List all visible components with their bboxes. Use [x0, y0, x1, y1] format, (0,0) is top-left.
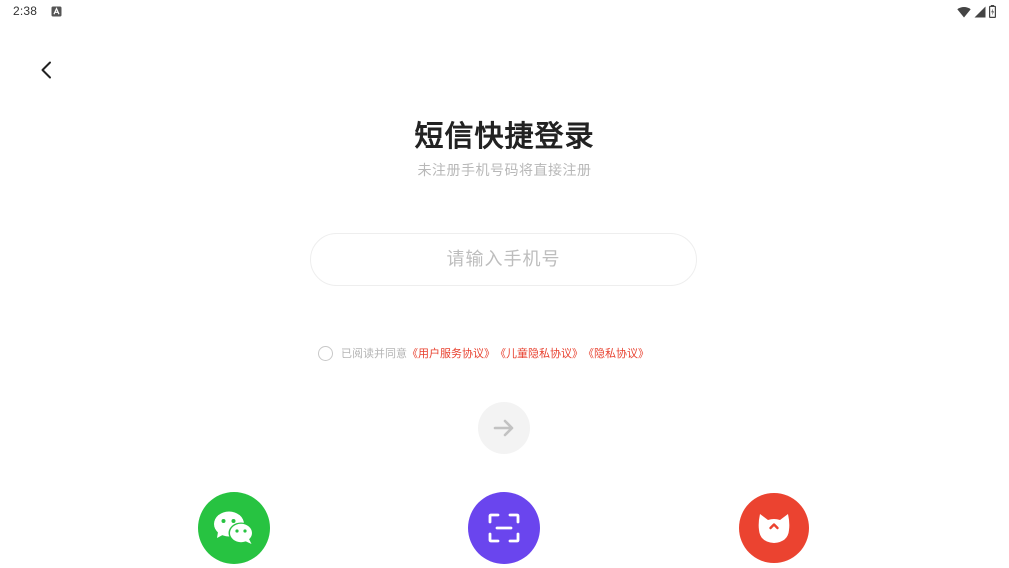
phone-input-container [310, 233, 697, 286]
signal-icon [974, 6, 986, 17]
agreement-row: 已阅读并同意 《用户服务协议》 《儿童隐私协议》 《隐私协议》 [318, 344, 649, 362]
page-subtitle: 未注册手机号码将直接注册 [417, 163, 592, 179]
cat-face-icon [758, 514, 790, 543]
agreement-prefix: 已阅读并同意 [341, 347, 407, 360]
privacy-agreement-link[interactable]: 《隐私协议》 [583, 345, 649, 361]
wifi-icon [957, 6, 971, 17]
back-button[interactable] [30, 54, 62, 86]
battery-icon [989, 5, 996, 18]
child-privacy-agreement-link[interactable]: 《儿童隐私协议》 [495, 345, 583, 361]
a-letter-icon [51, 6, 62, 17]
cat-login-button[interactable] [739, 493, 809, 563]
login-screen: 2:38 短信快捷登录 未注册手机号码将直接注册 请输入手机号 已阅读并同意 《… [0, 0, 1009, 568]
page-title: 短信快捷登录 [414, 119, 595, 153]
wechat-login-button[interactable] [198, 492, 270, 564]
status-time: 2:38 [13, 4, 38, 18]
phone-input[interactable] [311, 234, 696, 285]
user-service-agreement-link[interactable]: 《用户服务协议》 [407, 345, 495, 361]
arrow-right-icon [493, 419, 514, 437]
scan-login-button[interactable] [468, 492, 540, 564]
next-button[interactable] [478, 402, 530, 454]
scan-icon [488, 513, 520, 543]
agree-checkbox[interactable] [318, 345, 333, 361]
status-bar: 2:38 [0, 0, 1009, 24]
chevron-left-icon [41, 61, 51, 79]
wechat-icon [214, 511, 254, 544]
status-icons [957, 5, 996, 18]
